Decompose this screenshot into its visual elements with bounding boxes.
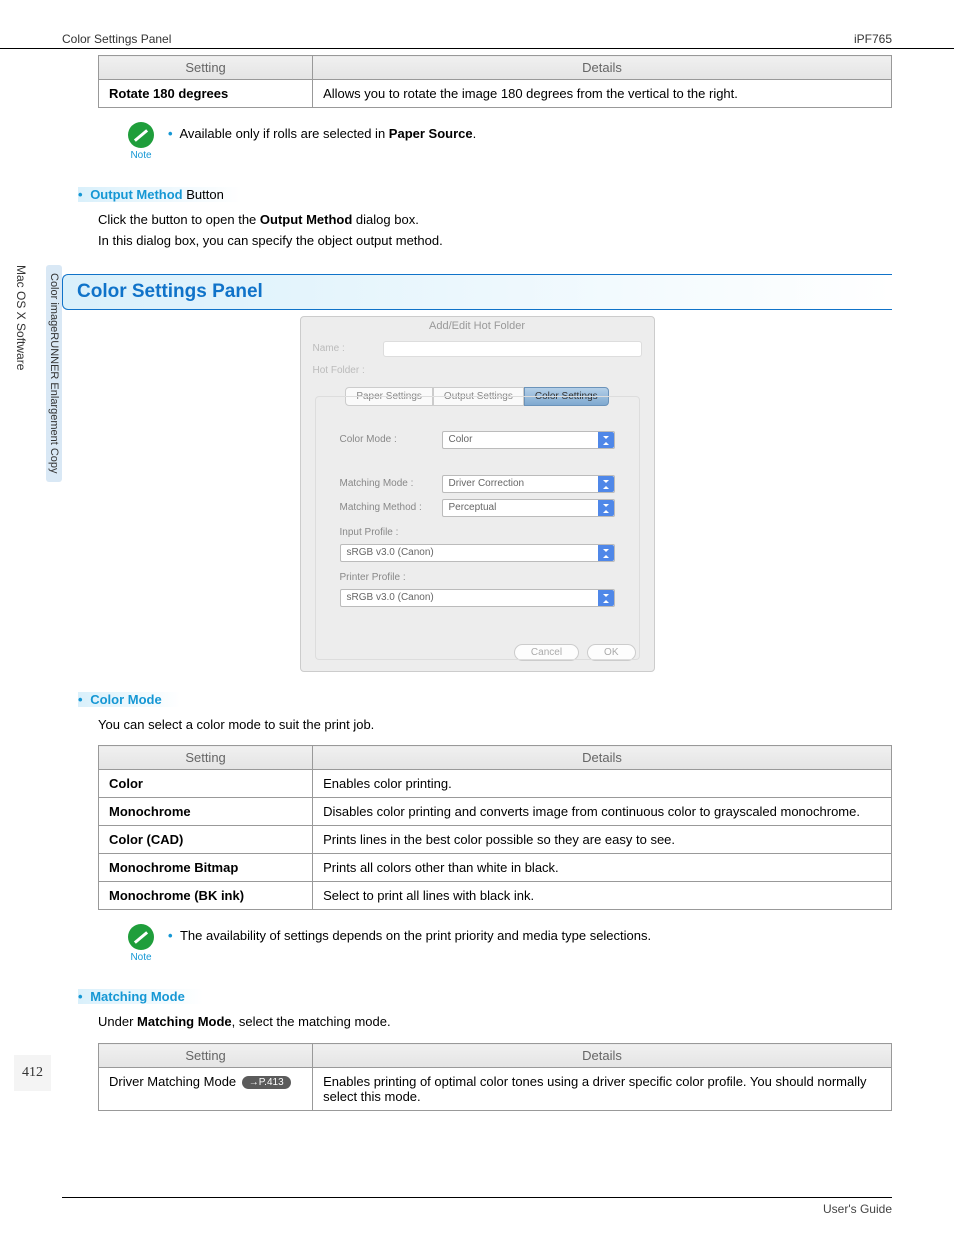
note-icon — [128, 924, 154, 950]
printerprofile-label: Printer Profile : — [340, 572, 615, 583]
table-row: Monochrome (BK ink)Select to print all l… — [99, 882, 892, 910]
col-setting: Setting — [99, 56, 313, 80]
chevron-updown-icon — [598, 545, 614, 561]
rotate-table: Setting Details Rotate 180 degrees Allow… — [98, 55, 892, 108]
note-icon — [128, 122, 154, 148]
note-block: Note • The availability of settings depe… — [98, 918, 892, 969]
name-label: Name : — [313, 343, 383, 354]
name-input[interactable] — [383, 341, 642, 357]
breadcrumb: Color Settings Panel — [62, 32, 171, 46]
model-name: iPF765 — [854, 32, 892, 46]
output-method-heading: • Output Method Button — [62, 167, 892, 208]
colormode-heading: • Color Mode — [62, 672, 892, 713]
table-row: Rotate 180 degrees Allows you to rotate … — [99, 80, 892, 108]
page-ref-pill[interactable]: →P.413 — [242, 1076, 291, 1089]
colormode-intro: You can select a color mode to suit the … — [62, 713, 892, 740]
colormode-label: Color Mode : — [340, 434, 436, 445]
chevron-updown-icon — [598, 500, 614, 516]
table-row: Driver Matching Mode →P.413 Enables prin… — [99, 1068, 892, 1111]
hotfolder-label: Hot Folder : — [313, 365, 383, 376]
note-label: Note — [128, 952, 154, 963]
chevron-updown-icon — [598, 476, 614, 492]
note-block: Note • Available only if rolls are selec… — [98, 116, 892, 167]
colormode-table: Setting Details ColorEnables color print… — [98, 745, 892, 910]
hotfolder-dialog: Add/Edit Hot Folder Name : Hot Folder : … — [300, 316, 655, 672]
colormode-select[interactable]: Color — [442, 431, 615, 449]
col-details: Details — [313, 56, 892, 80]
panel-title: Color Settings Panel — [62, 274, 892, 310]
table-row: ColorEnables color printing. — [99, 770, 892, 798]
footer: User's Guide — [62, 1197, 892, 1216]
matchingmethod-label: Matching Method : — [340, 502, 436, 513]
matchingmode-select[interactable]: Driver Correction — [442, 475, 615, 493]
note-text: Available only if rolls are selected in — [179, 126, 388, 141]
page-number: 412 — [14, 1055, 51, 1091]
printerprofile-select[interactable]: sRGB v3.0 (Canon) — [340, 589, 615, 607]
matchingmode-intro: Under Matching Mode, select the matching… — [62, 1010, 892, 1037]
table-row: Color (CAD)Prints lines in the best colo… — [99, 826, 892, 854]
output-method-body: Click the button to open the Output Meth… — [62, 208, 892, 256]
note-text: The availability of settings depends on … — [180, 928, 651, 943]
matchingmode-heading: • Matching Mode — [62, 969, 892, 1010]
inputprofile-label: Input Profile : — [340, 527, 615, 538]
table-row: Monochrome BitmapPrints all colors other… — [99, 854, 892, 882]
chevron-updown-icon — [598, 432, 614, 448]
sidebar-category: Mac OS X Software — [14, 265, 28, 482]
matchingmethod-select[interactable]: Perceptual — [442, 499, 615, 517]
matchingmode-table: Setting Details Driver Matching Mode →P.… — [98, 1043, 892, 1111]
chevron-updown-icon — [598, 590, 614, 606]
note-label: Note — [128, 150, 154, 161]
dialog-title: Add/Edit Hot Folder — [301, 317, 654, 340]
sidebar-topic: Color imageRUNNER Enlargement Copy — [46, 265, 62, 482]
inputprofile-select[interactable]: sRGB v3.0 (Canon) — [340, 544, 615, 562]
table-row: MonochromeDisables color printing and co… — [99, 798, 892, 826]
matchingmode-label: Matching Mode : — [340, 478, 436, 489]
